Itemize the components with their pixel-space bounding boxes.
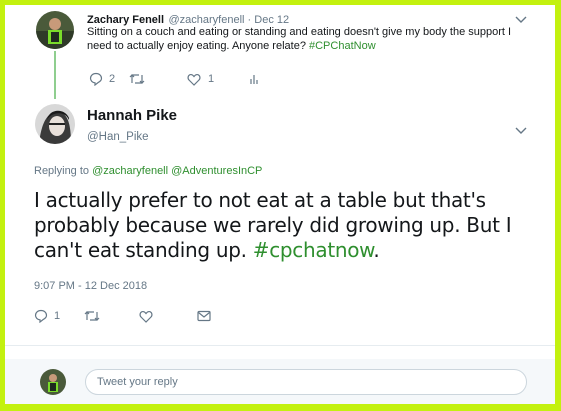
- parent-avatar[interactable]: [36, 11, 74, 49]
- parent-actions: 2 1: [89, 72, 261, 86]
- main-name-text: Hannah Pike: [87, 107, 178, 124]
- like-icon: [139, 310, 153, 323]
- parent-retweet-button[interactable]: [129, 72, 187, 86]
- thread-connector: [54, 51, 56, 99]
- message-icon: [197, 310, 211, 322]
- parent-reply-button[interactable]: 2: [89, 72, 129, 86]
- main-message-button[interactable]: [197, 310, 211, 322]
- main-like-button[interactable]: [139, 310, 197, 323]
- parent-like-button[interactable]: 1: [187, 73, 249, 86]
- main-avatar[interactable]: [35, 104, 75, 144]
- parent-hashtag[interactable]: #CPChatNow: [309, 40, 376, 52]
- replying-to-label: Replying to: [34, 165, 93, 177]
- main-handle[interactable]: @Han_Pike: [87, 127, 149, 145]
- main-hashtag[interactable]: #cpchatnow: [253, 238, 374, 262]
- reply-avatar: [40, 369, 66, 395]
- parent-tweet-text: Sitting on a couch and eating or standin…: [87, 25, 527, 53]
- replying-to: Replying to @zacharyfenell @AdventuresIn…: [34, 165, 262, 177]
- main-tweet-text: I actually prefer to not eat at a table …: [34, 188, 544, 263]
- reply-icon: [34, 309, 48, 323]
- divider: [5, 345, 555, 346]
- retweet-icon: [84, 309, 100, 323]
- main-reply-button[interactable]: 1: [34, 309, 84, 323]
- retweet-icon: [129, 72, 145, 86]
- parent-text-body: Sitting on a couch and eating or standin…: [87, 26, 512, 52]
- main-text-end: .: [373, 238, 380, 262]
- analytics-icon: [249, 73, 261, 85]
- parent-analytics-button[interactable]: [249, 73, 261, 85]
- tweet-thread-frame: Zachary Fenell @zacharyfenell · Dec 12 S…: [5, 5, 555, 404]
- parent-reply-count: 2: [109, 73, 116, 85]
- main-handle-text: @Han_Pike: [87, 131, 149, 143]
- like-icon: [187, 73, 201, 86]
- main-timestamp[interactable]: 9:07 PM - 12 Dec 2018: [34, 280, 147, 292]
- reply-bar: Tweet your reply: [5, 359, 555, 404]
- replying-to-users[interactable]: @zacharyfenell @AdventuresInCP: [92, 165, 262, 177]
- main-name[interactable]: Hannah Pike: [87, 107, 177, 125]
- reply-icon: [89, 72, 103, 86]
- reply-input[interactable]: Tweet your reply: [85, 369, 527, 395]
- chevron-down-icon[interactable]: [515, 122, 527, 140]
- main-retweet-button[interactable]: [84, 309, 139, 323]
- main-reply-count: 1: [54, 310, 61, 322]
- main-actions: 1: [34, 309, 211, 323]
- parent-like-count: 1: [208, 73, 215, 85]
